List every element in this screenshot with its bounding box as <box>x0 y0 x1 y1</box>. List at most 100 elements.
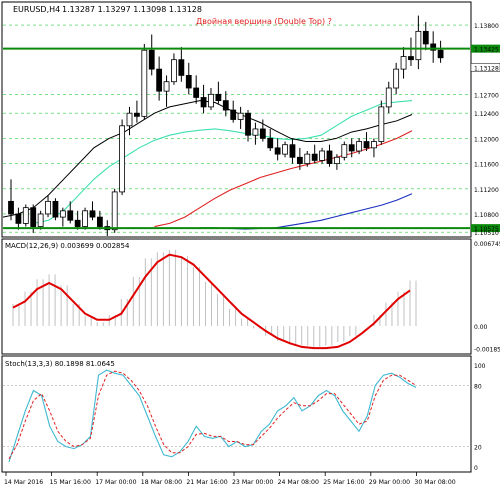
time-tick-label: 21 Mar 16:00 <box>186 479 227 486</box>
candle-body <box>200 97 207 108</box>
candle-body <box>215 93 222 102</box>
time-tick-label: 23 Mar 00:00 <box>232 479 273 486</box>
candle-body <box>89 210 96 218</box>
stoch-tick-label: 80 <box>474 383 482 390</box>
candle-body <box>289 144 296 158</box>
price-tick-label: 1.12700 <box>474 92 499 99</box>
symbol-label: EURUSD,H4 <box>13 5 60 14</box>
time-tick-label: 15 Mar 16:00 <box>50 479 91 486</box>
price-tick-label: 1.10510 <box>474 230 499 237</box>
macd-tick-label: -0.00185 <box>474 347 500 354</box>
candle-body <box>282 144 288 155</box>
stoch-title: Stoch(13,3,3) 80.1898 81.0645 <box>5 360 115 368</box>
macd-y-axis: 0.006745 0.00 -0.00185 <box>474 241 500 354</box>
stoch-lines <box>8 369 417 463</box>
candle-body <box>348 144 355 152</box>
candle-body <box>400 56 407 70</box>
stoch-tick-label: 20 <box>474 445 482 452</box>
candle-body <box>296 156 303 164</box>
candle-body <box>356 141 363 152</box>
chart-canvas: EURUSD,H4 1.13287 1.13297 1.13098 1.1312… <box>1 1 500 486</box>
time-tick-label: 18 Mar 08:00 <box>141 479 182 486</box>
candle-body <box>82 210 88 227</box>
ma-line-blue <box>199 193 413 230</box>
pattern-annotation: Двойная вершина (Double Top) ? <box>196 17 332 26</box>
candle-body <box>319 150 325 161</box>
candle-body <box>148 49 155 70</box>
candle-body <box>230 109 237 120</box>
candle-body <box>252 128 259 136</box>
candle-body <box>237 112 244 120</box>
candle-body <box>208 93 214 108</box>
candle-body <box>15 213 22 224</box>
candle-body <box>156 68 163 92</box>
stoch-tick-label: 0 <box>474 465 478 472</box>
price-tick-label: 1.12400 <box>474 111 499 118</box>
candle-body <box>267 137 274 149</box>
price-tick-label: 1.12000 <box>474 136 499 143</box>
stoch-panel-frame <box>1 355 472 473</box>
main-y-axis: 1.13800 1.13425 1.13128 1.12700 1.12400 1.120… <box>474 23 499 237</box>
candle-body <box>326 150 333 164</box>
candle-body <box>341 144 348 158</box>
candle-body <box>185 75 192 89</box>
stoch-main-line <box>8 369 417 463</box>
candle-body <box>134 112 140 117</box>
time-tick-label: 24 Mar 08:00 <box>278 479 319 486</box>
candle-body <box>222 100 229 111</box>
candle-body <box>378 106 385 142</box>
candle-body <box>141 49 148 117</box>
candle-body <box>171 59 177 83</box>
candle-body <box>371 141 377 149</box>
candle-body <box>59 210 66 218</box>
price-tick-label: 1.10800 <box>474 212 499 219</box>
candle-body <box>245 112 251 136</box>
macd-histogram <box>12 249 417 347</box>
time-tick-label: 17 Mar 00:00 <box>95 479 136 486</box>
price-tick-label: 1.13128 <box>474 65 499 72</box>
time-tick-label: 25 Mar 16:00 <box>323 479 364 486</box>
candle-body <box>259 128 266 139</box>
price-tick-label: 1.11600 <box>474 162 499 169</box>
ma-line-black <box>2 100 413 218</box>
candle-body <box>96 216 103 227</box>
candle-body <box>415 30 422 61</box>
candle-body <box>178 59 185 76</box>
candle-body <box>385 87 392 108</box>
candle-body <box>363 141 370 149</box>
macd-tick-label: 0.006745 <box>474 241 500 248</box>
candle-body <box>304 153 311 164</box>
candle-body <box>163 81 170 92</box>
time-axis: 14 Mar 2016 15 Mar 16:00 17 Mar 00:00 18 Ma… <box>4 472 456 486</box>
time-tick-label: 30 Mar 08:00 <box>414 479 455 486</box>
candle-body <box>126 112 133 127</box>
candle-body <box>37 213 44 227</box>
stoch-grid <box>3 385 470 447</box>
candle-body <box>311 153 318 161</box>
candle-body <box>274 147 281 155</box>
candle-body <box>193 87 200 98</box>
candle-body <box>45 200 51 215</box>
candle-body <box>74 219 81 227</box>
candle-body <box>408 56 414 61</box>
ma-line-cyan <box>33 100 413 224</box>
candle-body <box>8 200 14 215</box>
candle-body <box>22 207 29 224</box>
macd-tick-label: 0.00 <box>474 324 488 331</box>
price-tick-label: 1.13800 <box>474 23 499 30</box>
price-tick-label: 1.11200 <box>474 187 499 194</box>
macd-title: MACD(12,26,9) 0.003699 0.002854 <box>5 242 130 250</box>
candle-body <box>67 210 74 221</box>
moving-average-lines <box>2 100 413 230</box>
candle-body <box>422 30 429 45</box>
candle-body <box>30 207 37 227</box>
candle-body <box>437 49 444 59</box>
candle-body <box>119 125 126 193</box>
stoch-tick-label: 100 <box>474 363 486 370</box>
candle-body <box>393 68 400 89</box>
stoch-signal-line <box>8 370 417 460</box>
candle-body <box>111 191 118 231</box>
candle-body <box>333 156 340 164</box>
time-tick-label: 14 Mar 2016 <box>4 479 43 486</box>
time-tick-label: 29 Mar 00:00 <box>369 479 410 486</box>
